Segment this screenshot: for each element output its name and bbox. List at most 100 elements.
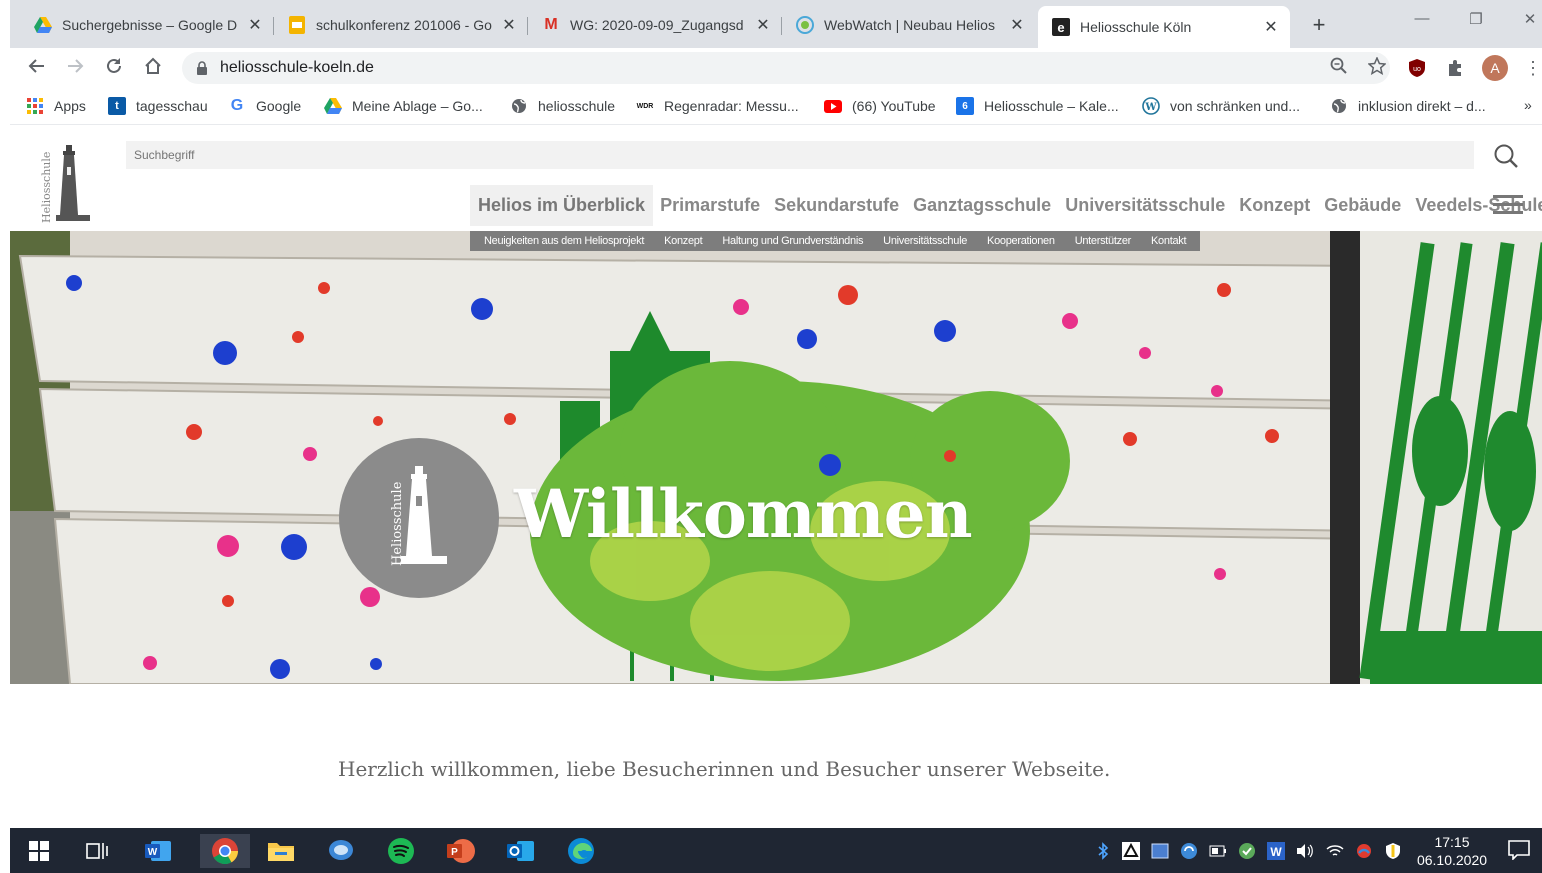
nav-universitaetsschule[interactable]: Universitätsschule: [1058, 195, 1232, 216]
restore-button[interactable]: ❐: [1456, 10, 1496, 28]
url-text: heliosschule-koeln.de: [220, 59, 374, 76]
svg-text:W: W: [1144, 102, 1157, 113]
home-button[interactable]: [140, 56, 166, 80]
close-window-button[interactable]: ✕: [1510, 10, 1542, 28]
ublock-icon[interactable]: uo: [1406, 57, 1428, 79]
system-clock[interactable]: 17:15 06.10.2020: [1410, 833, 1494, 869]
tab-close-icon[interactable]: ✕: [498, 15, 520, 35]
forward-button[interactable]: [62, 56, 88, 80]
nav-sekundarstufe[interactable]: Sekundarstufe: [767, 195, 906, 216]
nav-ganztagsschule[interactable]: Ganztagsschule: [906, 195, 1058, 216]
bookmark-label: tagesschau: [136, 98, 208, 114]
display-icon[interactable]: [1151, 842, 1169, 860]
app-tray-icon[interactable]: [1355, 842, 1373, 860]
powerpoint-icon[interactable]: P: [444, 834, 478, 868]
bookmark-label: Regenradar: Messu...: [664, 98, 799, 114]
bookmark-label: Meine Ablage – Go...: [352, 98, 483, 114]
wordpress-icon: W: [1142, 97, 1160, 115]
main-navigation: Helios im Überblick Primarstufe Sekundar…: [470, 184, 1542, 226]
bookmark-apps[interactable]: Apps: [26, 97, 86, 115]
clock-time: 17:15: [1434, 834, 1470, 850]
bookmarks-overflow-button[interactable]: »: [1524, 97, 1532, 113]
back-button[interactable]: [24, 56, 50, 80]
bookmark-meine-ablage[interactable]: Meine Ablage – Go...: [324, 97, 483, 115]
nav-helios-ueberblick[interactable]: Helios im Überblick: [470, 184, 654, 226]
nav-gebaeude[interactable]: Gebäude: [1317, 195, 1408, 216]
chrome-menu-icon[interactable]: ⋮: [1522, 57, 1542, 79]
tab-strip: Suchergebnisse – Google D ✕ schulkonfere…: [10, 0, 1542, 48]
google-drive-tray-icon[interactable]: [1122, 842, 1140, 860]
google-drive-icon: [34, 16, 52, 34]
tab-gmail[interactable]: M WG: 2020-09-09_Zugangsd ✕: [528, 8, 782, 42]
subnav-universitaetsschule[interactable]: Universitätsschule: [873, 235, 977, 247]
subnav-unterstuetzer[interactable]: Unterstützer: [1065, 235, 1141, 247]
bluetooth-icon[interactable]: [1094, 842, 1112, 860]
tab-heliosschule-active[interactable]: e Heliosschule Köln ✕: [1038, 6, 1290, 48]
tab-webwatch[interactable]: WebWatch | Neubau Helios ✕: [782, 8, 1036, 42]
windows-start-icon[interactable]: [22, 834, 56, 868]
tab-close-icon[interactable]: ✕: [244, 15, 266, 35]
back-arrow-icon: [28, 59, 44, 73]
youtube-icon: [824, 97, 842, 115]
subnav-kooperationen[interactable]: Kooperationen: [977, 235, 1065, 247]
word-icon[interactable]: W: [142, 834, 176, 868]
wifi-icon[interactable]: [1326, 842, 1344, 860]
subnav-haltung[interactable]: Haltung und Grundverständnis: [712, 235, 873, 247]
tab-close-icon[interactable]: ✕: [1006, 15, 1028, 35]
search-input[interactable]: [126, 141, 1474, 169]
site-logo[interactable]: Heliosschule: [40, 137, 100, 227]
bookmark-google[interactable]: G Google: [228, 97, 301, 115]
tab-title: WebWatch | Neubau Helios: [824, 17, 995, 33]
intro-text: Herzlich willkommen, liebe Besucherinnen…: [338, 757, 1111, 781]
minimize-button[interactable]: —: [1402, 10, 1442, 27]
heliosschule-icon: e: [1052, 18, 1070, 36]
calendar-icon: 6: [956, 97, 974, 115]
tab-title: Suchergebnisse – Google D: [62, 17, 238, 33]
zoom-icon[interactable]: [1330, 57, 1348, 80]
tab-close-icon[interactable]: ✕: [752, 15, 774, 35]
file-explorer-icon[interactable]: [264, 834, 298, 868]
bookmark-tagesschau[interactable]: t tagesschau: [108, 97, 208, 115]
tab-close-icon[interactable]: ✕: [1260, 17, 1282, 37]
task-view-icon[interactable]: [80, 834, 114, 868]
battery-icon[interactable]: [1209, 842, 1227, 860]
bookmark-wordpress[interactable]: W von schränken und...: [1142, 97, 1300, 115]
edge-icon[interactable]: [564, 834, 598, 868]
tab-slides[interactable]: schulkonferenz 201006 - Go ✕: [274, 8, 528, 42]
bookmark-kalender[interactable]: 6 Heliosschule – Kale...: [956, 97, 1119, 115]
chrome-icon[interactable]: [200, 834, 250, 868]
site-search-field[interactable]: [126, 141, 1474, 169]
svg-text:W: W: [148, 847, 158, 858]
bookmark-regenradar[interactable]: WDR Regenradar: Messu...: [636, 97, 799, 115]
subnav-kontakt[interactable]: Kontakt: [1141, 235, 1196, 247]
spotify-icon[interactable]: [384, 834, 418, 868]
subnav-neuigkeiten[interactable]: Neuigkeiten aus dem Heliosprojekt: [474, 235, 654, 247]
subnav-konzept[interactable]: Konzept: [654, 235, 712, 247]
feedback-icon[interactable]: [324, 834, 358, 868]
search-icon[interactable]: [1493, 143, 1521, 171]
address-bar[interactable]: heliosschule-koeln.de: [182, 52, 1390, 84]
notification-center-icon[interactable]: [1508, 840, 1530, 865]
apps-grid-icon: [26, 97, 44, 115]
svg-text:uo: uo: [1413, 66, 1421, 73]
new-tab-button[interactable]: +: [1306, 12, 1332, 38]
nav-primarstufe[interactable]: Primarstufe: [653, 195, 767, 216]
bookmark-heliosschule[interactable]: heliosschule: [510, 97, 615, 115]
security-shield-icon[interactable]: [1384, 842, 1402, 860]
tab-google-drive[interactable]: Suchergebnisse – Google D ✕: [20, 8, 274, 42]
word-tray-icon[interactable]: W: [1267, 842, 1285, 860]
checkmark-icon[interactable]: [1238, 842, 1256, 860]
nav-konzept[interactable]: Konzept: [1232, 195, 1317, 216]
bookmark-star-icon[interactable]: [1367, 56, 1387, 80]
volume-icon[interactable]: [1296, 842, 1314, 860]
bookmark-inklusion[interactable]: inklusion direkt – d...: [1330, 97, 1486, 115]
google-slides-icon: [288, 16, 306, 34]
svg-text:P: P: [451, 847, 458, 858]
outlook-icon[interactable]: [504, 834, 538, 868]
hamburger-menu-icon[interactable]: [1493, 195, 1523, 217]
bookmark-youtube[interactable]: (66) YouTube: [824, 97, 936, 115]
extensions-puzzle-icon[interactable]: [1444, 57, 1466, 79]
reload-button[interactable]: [101, 56, 127, 80]
sync-icon[interactable]: [1180, 842, 1198, 860]
profile-avatar[interactable]: A: [1482, 55, 1508, 81]
